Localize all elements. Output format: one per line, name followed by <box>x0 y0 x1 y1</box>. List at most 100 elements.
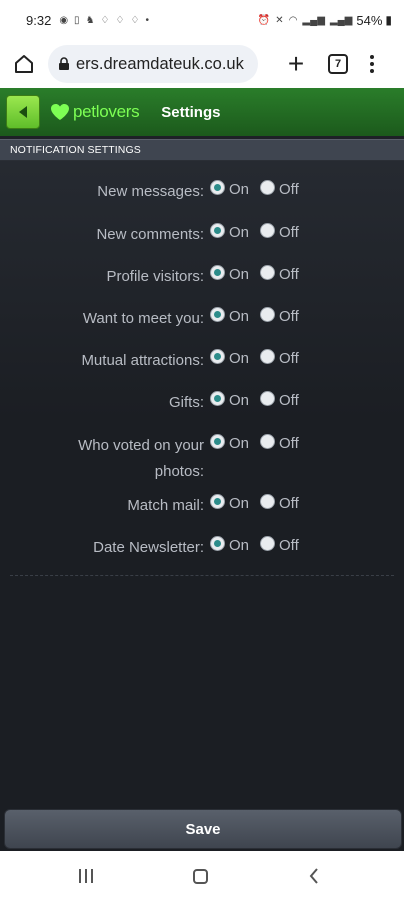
radio-off[interactable]: Off <box>260 433 299 455</box>
radio-on[interactable]: On <box>210 390 249 412</box>
setting-label: Who voted on your photos: <box>78 437 204 480</box>
system-navigation-bar <box>0 851 404 900</box>
divider <box>10 575 394 576</box>
site-logo[interactable]: petlovers <box>50 102 140 122</box>
radio-off[interactable]: Off <box>260 390 299 412</box>
chevron-left-icon <box>309 868 318 884</box>
setting-label: Profile visitors: <box>106 268 204 285</box>
heart-icon <box>51 104 69 120</box>
notification-icon: ♢ <box>130 14 140 26</box>
radio-unchecked-icon[interactable] <box>260 536 275 551</box>
radio-off[interactable]: Off <box>260 535 299 557</box>
recent-apps-button[interactable] <box>79 869 93 883</box>
radio-unchecked-icon[interactable] <box>260 434 275 449</box>
radio-unchecked-icon[interactable] <box>260 223 275 238</box>
radio-unchecked-icon[interactable] <box>260 180 275 195</box>
setting-label: Want to meet you: <box>82 310 204 327</box>
notification-settings-form: New messages: On Off New comments: On Of… <box>0 161 404 806</box>
radio-on[interactable]: On <box>210 264 249 286</box>
radio-off[interactable]: Off <box>260 493 299 515</box>
notification-icon: ♢ <box>100 14 110 26</box>
status-time: 9:32 <box>26 12 52 28</box>
more-icon <box>370 55 374 59</box>
back-button[interactable] <box>6 95 40 129</box>
signal-icon: ▂▄▆ <box>329 14 353 26</box>
radio-on[interactable]: On <box>210 433 249 455</box>
radio-on-label: On <box>229 224 250 241</box>
radio-checked-icon[interactable] <box>210 434 225 449</box>
mute-icon: ✕ <box>275 14 284 26</box>
home-button[interactable] <box>8 48 40 80</box>
radio-checked-icon[interactable] <box>210 223 225 238</box>
radio-off[interactable]: Off <box>260 222 299 244</box>
radio-on[interactable]: On <box>210 179 249 201</box>
radio-unchecked-icon[interactable] <box>260 391 275 406</box>
new-tab-button[interactable]: + <box>280 50 312 78</box>
radio-on-label: On <box>229 350 250 367</box>
radio-checked-icon[interactable] <box>210 536 225 551</box>
radio-unchecked-icon[interactable] <box>260 494 275 509</box>
setting-row-who-voted-on-your-photos: Who voted on your photos: On Off <box>0 433 404 485</box>
save-bar: Save <box>0 806 404 851</box>
notification-icon: • <box>145 14 149 26</box>
setting-row-new-comments: New comments: On Off <box>0 222 404 252</box>
setting-row-profile-visitors: Profile visitors: On Off <box>0 264 404 294</box>
notification-icons: ◉ ▯ ♞ ♢ ♢ ♢ • <box>59 15 149 26</box>
radio-unchecked-icon[interactable] <box>260 349 275 364</box>
notification-icon: ◉ <box>59 14 69 26</box>
radio-off-label: Off <box>279 266 299 283</box>
radio-on[interactable]: On <box>210 535 249 557</box>
setting-label: Mutual attractions: <box>81 352 204 369</box>
radio-on-label: On <box>229 181 250 198</box>
radio-off[interactable]: Off <box>260 306 299 328</box>
tab-switcher-button[interactable]: 7 <box>328 54 348 74</box>
radio-off-label: Off <box>279 224 299 241</box>
radio-unchecked-icon[interactable] <box>260 265 275 280</box>
radio-on-label: On <box>229 266 250 283</box>
home-nav-button[interactable] <box>193 869 208 884</box>
save-button[interactable]: Save <box>4 809 402 849</box>
wifi-icon: ◠ <box>288 14 298 26</box>
radio-checked-icon[interactable] <box>210 494 225 509</box>
radio-unchecked-icon[interactable] <box>260 307 275 322</box>
setting-label: Date Newsletter: <box>93 539 204 556</box>
radio-checked-icon[interactable] <box>210 307 225 322</box>
tab-count: 7 <box>334 58 342 70</box>
radio-on-label: On <box>229 537 250 554</box>
radio-on-label: On <box>229 495 250 512</box>
radio-checked-icon[interactable] <box>210 391 225 406</box>
setting-row-mutual-attractions: Mutual attractions: On Off <box>0 348 404 378</box>
setting-label: Gifts: <box>168 394 204 411</box>
radio-off[interactable]: Off <box>260 179 299 201</box>
radio-on[interactable]: On <box>210 222 249 244</box>
setting-label: Match mail: <box>127 497 204 514</box>
radio-off-label: Off <box>279 435 299 452</box>
logo-text: petlovers <box>73 102 140 121</box>
setting-row-new-messages: New messages: On Off <box>0 179 404 209</box>
signal-icon: ▂▄▆ <box>302 14 325 26</box>
radio-on[interactable]: On <box>210 306 249 328</box>
address-bar[interactable]: ers.dreamdateuk.co.uk <box>48 45 258 83</box>
back-nav-button[interactable] <box>308 867 320 890</box>
alarm-icon: ⏰ <box>257 14 271 26</box>
section-title: NOTIFICATION SETTINGS <box>10 144 141 156</box>
notification-icon: ♢ <box>115 14 125 26</box>
radio-on[interactable]: On <box>210 493 249 515</box>
radio-checked-icon[interactable] <box>210 180 225 195</box>
back-arrow-icon <box>19 106 27 118</box>
radio-on[interactable]: On <box>210 348 249 370</box>
notification-icon: ▯ <box>74 14 80 26</box>
radio-checked-icon[interactable] <box>210 349 225 364</box>
url-text: ers.dreamdateuk.co.uk <box>76 54 244 73</box>
radio-checked-icon[interactable] <box>210 265 225 280</box>
notification-icon: ♞ <box>85 14 95 26</box>
setting-row-match-mail: Match mail: On Off <box>0 493 404 523</box>
browser-menu-button[interactable] <box>368 55 376 73</box>
radio-on-label: On <box>229 392 250 409</box>
setting-label: New comments: <box>96 226 204 243</box>
radio-off[interactable]: Off <box>260 264 299 286</box>
radio-off[interactable]: Off <box>260 348 299 370</box>
plus-icon: + <box>287 48 305 79</box>
browser-toolbar: ers.dreamdateuk.co.uk + 7 <box>0 40 404 88</box>
radio-off-label: Off <box>279 350 299 367</box>
